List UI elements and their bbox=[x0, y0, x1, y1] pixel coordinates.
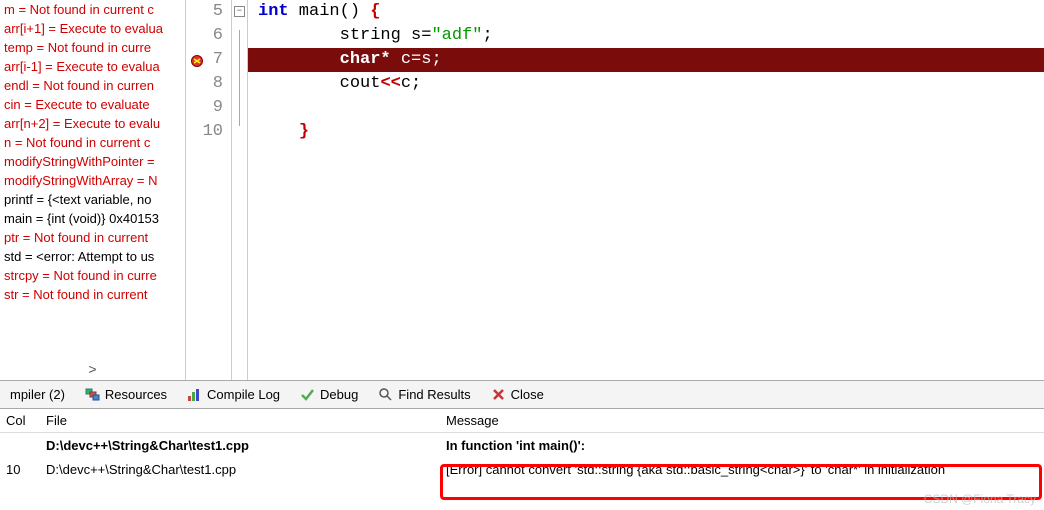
header-message[interactable]: Message bbox=[442, 413, 1044, 428]
watch-item[interactable]: str = Not found in current bbox=[4, 285, 181, 304]
code-line[interactable]: cout<<c; bbox=[248, 72, 1044, 96]
watch-item[interactable]: m = Not found in current c bbox=[4, 0, 181, 19]
code-editor[interactable]: 5 6 7 8 9 10 − int main() { string s="ad… bbox=[186, 0, 1044, 380]
watch-item[interactable]: arr[i-1] = Execute to evalua bbox=[4, 57, 181, 76]
check-icon bbox=[300, 387, 315, 402]
watch-panel: m = Not found in current c arr[i+1] = Ex… bbox=[0, 0, 186, 380]
bottom-tabs: mpiler (2) Resources Compile Log Debug F… bbox=[0, 381, 1044, 409]
line-number: 5 bbox=[186, 0, 223, 24]
watch-item[interactable]: arr[i+1] = Execute to evalua bbox=[4, 19, 181, 38]
search-icon bbox=[378, 387, 393, 402]
tab-close[interactable]: Close bbox=[481, 381, 554, 408]
tab-compile-log[interactable]: Compile Log bbox=[177, 381, 290, 408]
line-number: 10 bbox=[186, 120, 223, 144]
tab-debug[interactable]: Debug bbox=[290, 381, 368, 408]
table-header: Col File Message bbox=[0, 409, 1044, 433]
watch-item[interactable]: n = Not found in current c bbox=[4, 133, 181, 152]
watch-item[interactable]: temp = Not found in curre bbox=[4, 38, 181, 57]
watch-item[interactable]: printf = {<text variable, no bbox=[4, 190, 181, 209]
header-col[interactable]: Col bbox=[0, 413, 42, 428]
compiler-output: Col File Message D:\devc++\String&Char\t… bbox=[0, 409, 1044, 481]
watch-item[interactable]: modifyStringWithArray = N bbox=[4, 171, 181, 190]
close-icon bbox=[491, 387, 506, 402]
watch-item[interactable]: strcpy = Not found in curre bbox=[4, 266, 181, 285]
watch-item[interactable]: endl = Not found in curren bbox=[4, 76, 181, 95]
code-line[interactable]: int main() { bbox=[248, 0, 1044, 24]
line-number: 6 bbox=[186, 24, 223, 48]
line-number: 7 bbox=[186, 48, 223, 72]
fold-gutter: − bbox=[232, 0, 248, 380]
code-line-error[interactable]: char* c=s; bbox=[248, 48, 1044, 72]
table-row[interactable]: 10 D:\devc++\String&Char\test1.cpp [Erro… bbox=[0, 457, 1044, 481]
breakpoint-icon[interactable] bbox=[190, 53, 204, 67]
resources-icon bbox=[85, 387, 100, 402]
watch-item[interactable]: std = <error: Attempt to us bbox=[4, 247, 181, 266]
code-line[interactable]: string s="adf"; bbox=[248, 24, 1044, 48]
tab-compiler[interactable]: mpiler (2) bbox=[0, 381, 75, 408]
code-area[interactable]: int main() { string s="adf"; char* c=s; … bbox=[248, 0, 1044, 380]
fold-toggle-icon[interactable]: − bbox=[234, 6, 245, 17]
watch-list: m = Not found in current c arr[i+1] = Ex… bbox=[0, 0, 185, 304]
line-number: 8 bbox=[186, 72, 223, 96]
watch-item[interactable]: arr[n+2] = Execute to evalu bbox=[4, 114, 181, 133]
header-file[interactable]: File bbox=[42, 413, 442, 428]
bottom-panel: mpiler (2) Resources Compile Log Debug F… bbox=[0, 380, 1044, 481]
code-line[interactable]: } bbox=[248, 120, 1044, 144]
line-number-gutter: 5 6 7 8 9 10 bbox=[186, 0, 232, 380]
chart-icon bbox=[187, 387, 202, 402]
watch-item[interactable]: cin = Execute to evaluate bbox=[4, 95, 181, 114]
watch-item[interactable]: modifyStringWithPointer = bbox=[4, 152, 181, 171]
table-row[interactable]: D:\devc++\String&Char\test1.cpp In funct… bbox=[0, 433, 1044, 457]
watch-item[interactable]: ptr = Not found in current bbox=[4, 228, 181, 247]
code-line[interactable] bbox=[248, 96, 1044, 120]
watermark: CSDN @Fiona Tracy bbox=[924, 492, 1036, 506]
scroll-right-arrow[interactable]: > bbox=[0, 360, 185, 378]
tab-find-results[interactable]: Find Results bbox=[368, 381, 480, 408]
line-number: 9 bbox=[186, 96, 223, 120]
tab-resources[interactable]: Resources bbox=[75, 381, 177, 408]
watch-item[interactable]: main = {int (void)} 0x40153 bbox=[4, 209, 181, 228]
